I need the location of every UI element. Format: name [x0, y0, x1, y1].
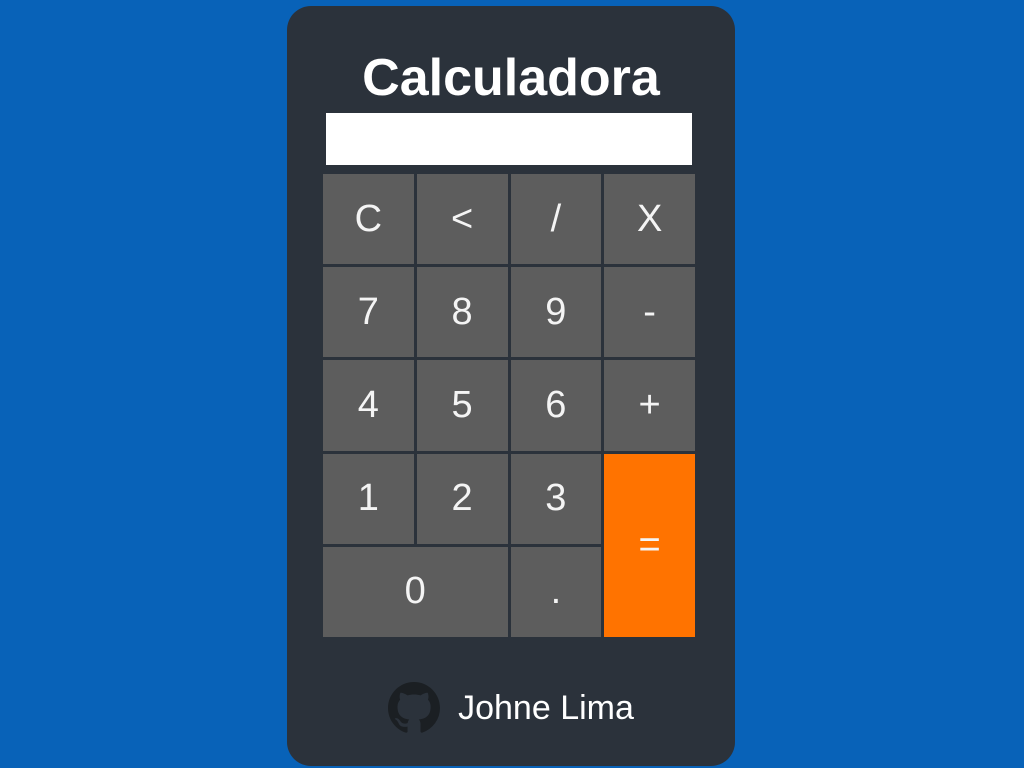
keypad: C < / X 7 8 9 - 4 5 6 + 1 2 3 = 0 .: [323, 174, 695, 637]
digit-2-button[interactable]: 2: [416, 453, 508, 544]
subtract-button[interactable]: -: [604, 267, 695, 358]
calculator-card: Calculadora C < / X 7 8 9 - 4 5 6 + 1 2 …: [287, 6, 735, 766]
digit-5-button[interactable]: 5: [416, 360, 508, 451]
app-title: Calculadora: [362, 49, 660, 107]
digit-8-button[interactable]: 8: [416, 267, 508, 358]
github-icon[interactable]: [388, 682, 441, 734]
divide-button[interactable]: /: [510, 174, 602, 265]
digit-7-button[interactable]: 7: [323, 267, 414, 358]
add-button[interactable]: +: [604, 360, 695, 451]
equals-button[interactable]: =: [604, 453, 695, 637]
clear-button[interactable]: C: [323, 174, 414, 265]
digit-9-button[interactable]: 9: [510, 267, 602, 358]
digit-3-button[interactable]: 3: [510, 453, 602, 544]
digit-4-button[interactable]: 4: [323, 360, 414, 451]
digit-1-button[interactable]: 1: [323, 453, 414, 544]
decimal-button[interactable]: .: [510, 546, 602, 637]
author-link[interactable]: Johne Lima: [458, 689, 634, 728]
page: Calculadora C < / X 7 8 9 - 4 5 6 + 1 2 …: [0, 0, 1024, 768]
digit-0-button[interactable]: 0: [323, 546, 508, 637]
digit-6-button[interactable]: 6: [510, 360, 602, 451]
backspace-button[interactable]: <: [416, 174, 508, 265]
calculator-display[interactable]: [326, 113, 692, 165]
multiply-button[interactable]: X: [604, 174, 695, 265]
footer: Johne Lima: [287, 678, 735, 738]
